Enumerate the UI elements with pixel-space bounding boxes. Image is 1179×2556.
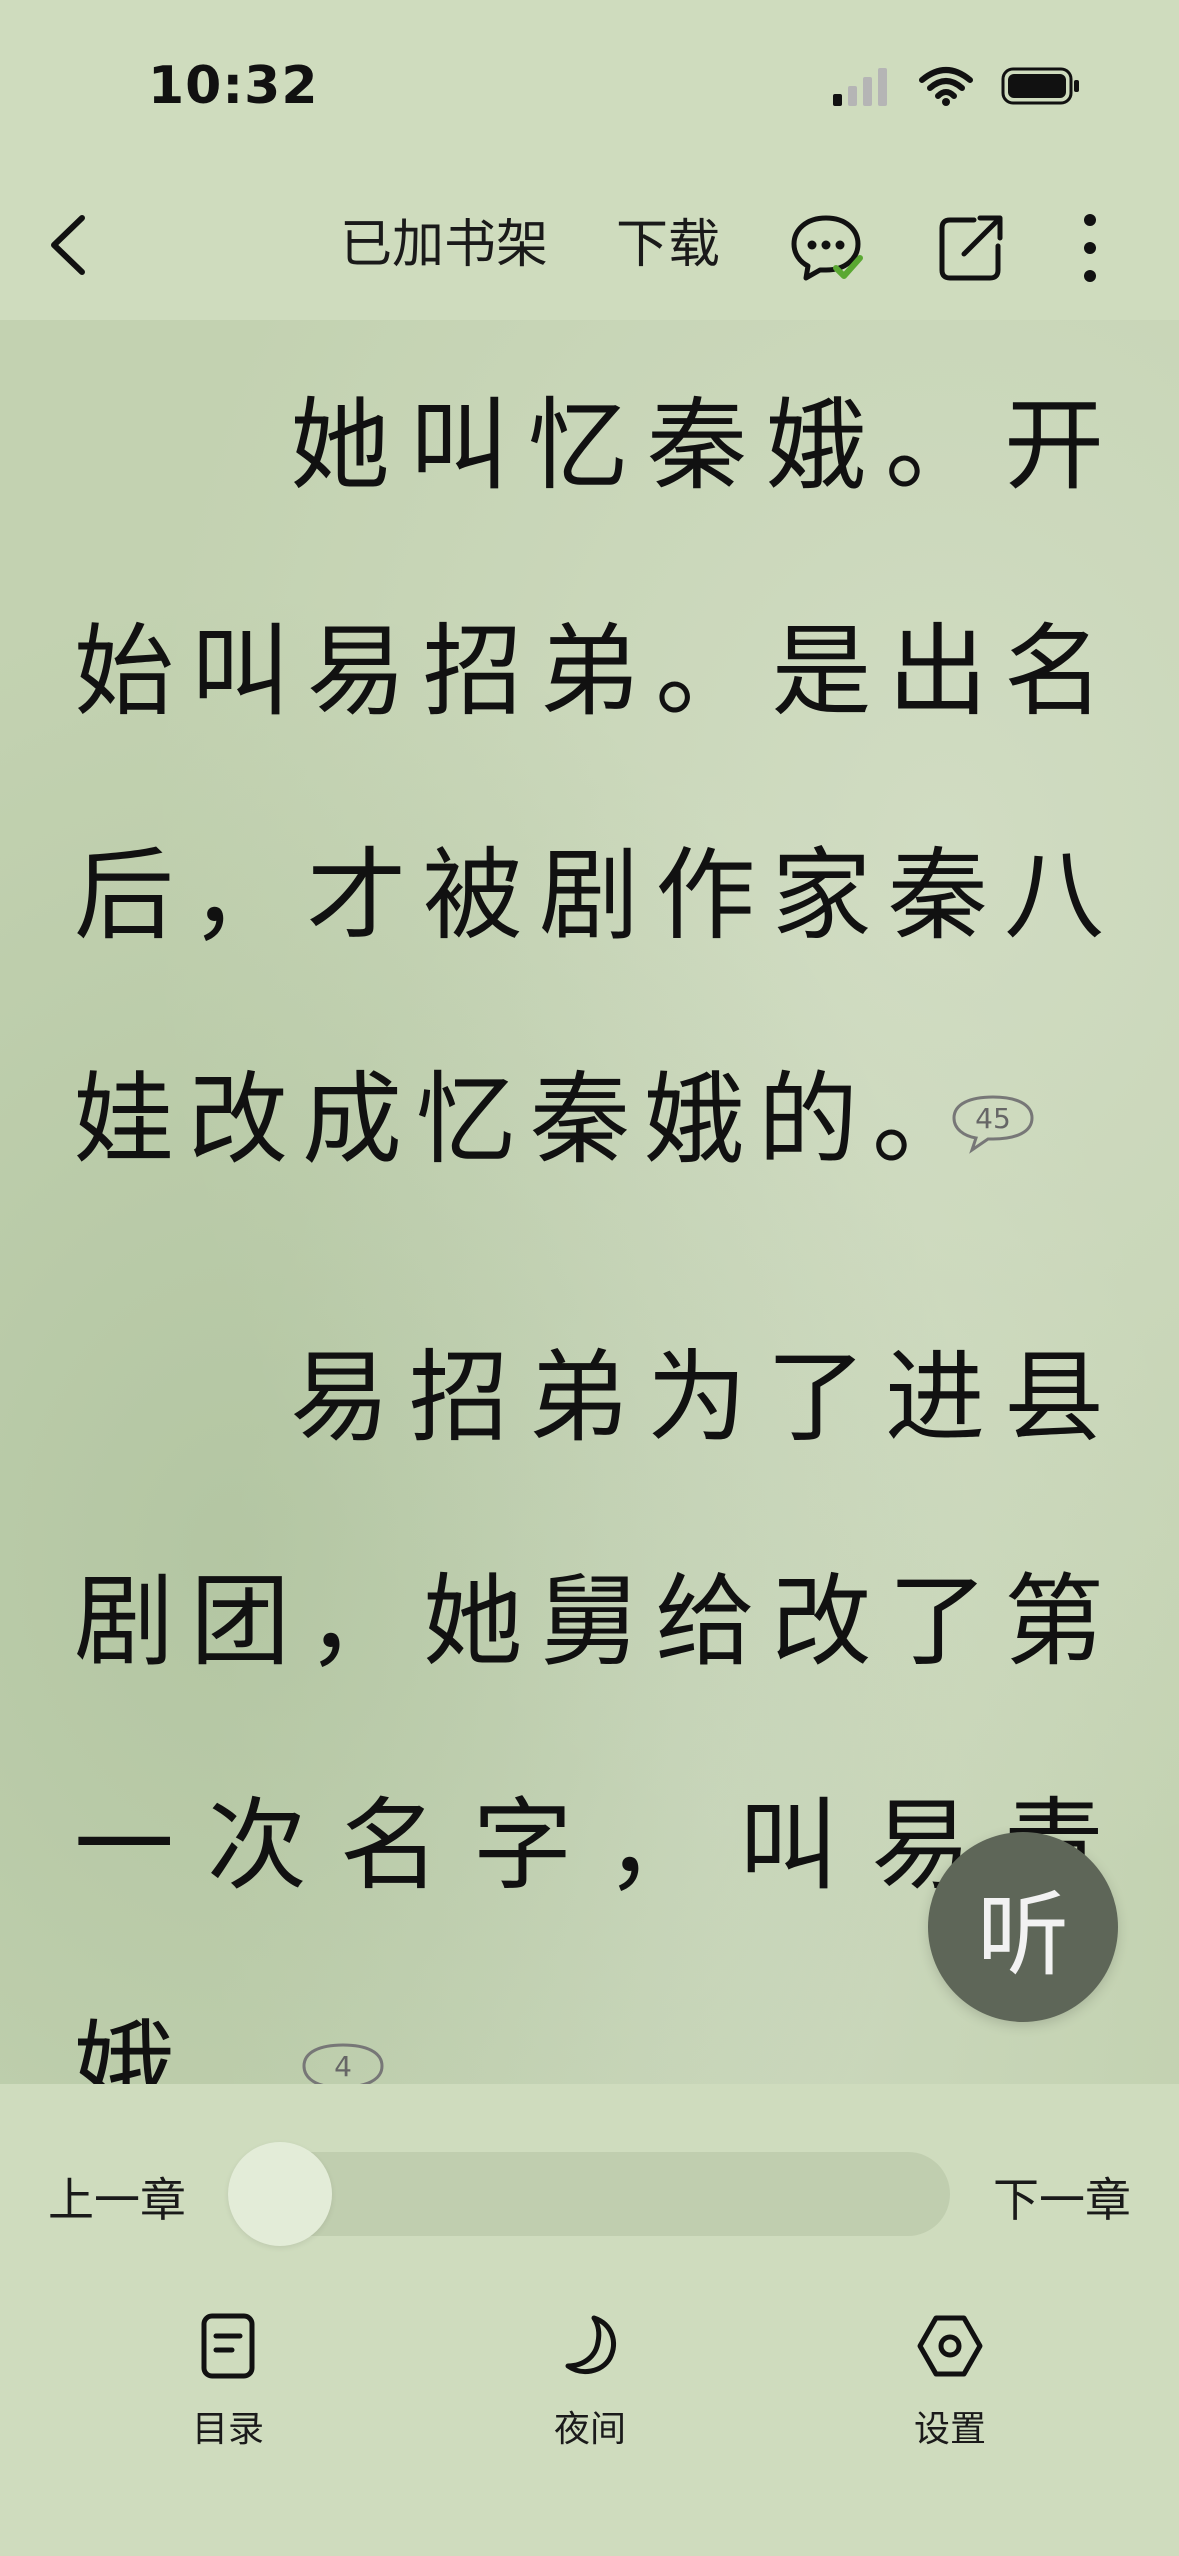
text-char: 改 [771, 1563, 872, 1680]
text-char: 娃 [74, 1061, 174, 1178]
text-char: 八 [1004, 837, 1104, 954]
nav-label: 目录 [191, 2409, 264, 2450]
nav-night-mode[interactable]: 夜间 [490, 2310, 690, 2452]
text-line: 她 叫 忆 秦 娥 。 开 [290, 386, 1104, 506]
moon-icon [565, 2315, 616, 2375]
text-char: 娥 [74, 2009, 174, 2084]
text-char: 剧 [74, 1563, 174, 1680]
text-char: 。 [655, 613, 756, 730]
nav-label: 设置 [913, 2409, 986, 2450]
text-char: 名 [1004, 613, 1104, 730]
catalog-icon [201, 2313, 255, 2379]
prev-chapter-button[interactable]: 上一章 [48, 2164, 186, 2230]
text-char: 的 [758, 1061, 858, 1178]
text-char: 被 [422, 837, 523, 954]
text-line: 始 叫 易 招 弟 。 是 出 名 [74, 612, 1104, 732]
top-toolbar: 已加书架 下载 [0, 170, 1179, 320]
text-char: 一 [74, 1787, 174, 1904]
text-char: ， [306, 1563, 407, 1680]
text-char: 弟 [528, 1339, 628, 1456]
listen-button[interactable]: 听 [928, 1832, 1118, 2022]
text-char: 团 [190, 1563, 291, 1680]
text-char: 娥 [766, 387, 866, 504]
text-char: 易 [290, 1339, 390, 1456]
text-char: 成 [302, 1061, 402, 1178]
back-button[interactable] [36, 210, 106, 280]
signal-icon [833, 68, 887, 106]
text-char: 了 [887, 1563, 988, 1680]
text-char: 为 [647, 1339, 747, 1456]
text-char: 娥 [644, 1061, 744, 1178]
text-char: 改 [188, 1061, 288, 1178]
text-char: 进 [885, 1339, 985, 1456]
text-char: ， [190, 837, 291, 954]
text-char: 后 [74, 837, 174, 954]
reader-screen: 10:32 已加书架 下载 她 叫 忆 秦 娥 。 开 始 叫 易 招 弟 。 … [0, 0, 1179, 2556]
text-char: 秦 [530, 1061, 630, 1178]
text-char: 叫 [409, 387, 509, 504]
text-char: 招 [409, 1339, 509, 1456]
nav-settings[interactable]: 设置 [850, 2310, 1050, 2452]
comment-count: 45 [975, 1102, 1011, 1135]
text-char: 作 [655, 837, 756, 954]
paragraph-comment-bubble[interactable]: 45 [950, 1094, 1036, 1154]
text-line: 娥 [74, 2008, 174, 2084]
text-line: 娃 改 成 忆 秦 娥 的 。 [74, 1060, 972, 1180]
download-button[interactable]: 下载 [616, 210, 720, 280]
battery-icon [1001, 67, 1079, 105]
share-icon[interactable] [930, 208, 1010, 288]
more-icon[interactable] [1070, 208, 1110, 288]
text-char: 次 [206, 1787, 307, 1904]
comment-count: 4 [334, 2050, 352, 2083]
text-char: 弟 [539, 613, 639, 730]
nav-catalog[interactable]: 目录 [128, 2310, 328, 2452]
text-char: 开 [1004, 387, 1104, 504]
text-char: 秦 [887, 837, 988, 954]
text-char: 县 [1004, 1339, 1104, 1456]
progress-thumb[interactable] [228, 2142, 332, 2246]
status-bar: 10:32 [0, 0, 1179, 170]
text-char: 她 [290, 387, 390, 504]
text-char: 叫 [738, 1787, 839, 1904]
bottom-panel: 上一章 下一章 目录 夜间 设置 [0, 2084, 1179, 2556]
text-char: 第 [1004, 1563, 1104, 1680]
chapter-progress-slider[interactable] [228, 2142, 950, 2246]
text-char: 是 [771, 613, 872, 730]
next-chapter-button[interactable]: 下一章 [993, 2164, 1131, 2230]
text-char: ， [605, 1787, 706, 1904]
text-char: 。 [885, 387, 985, 504]
wifi-icon [919, 67, 973, 106]
status-time: 10:32 [148, 56, 319, 116]
reading-area[interactable]: 她 叫 忆 秦 娥 。 开 始 叫 易 招 弟 。 是 出 名 后 ， 才 被 … [0, 320, 1179, 2084]
text-line: 剧 团 ， 她 舅 给 改 了 第 [74, 1562, 1104, 1682]
text-char: 忆 [416, 1061, 516, 1178]
text-char: 易 [306, 613, 407, 730]
text-char: 剧 [539, 837, 639, 954]
text-char: 家 [771, 837, 872, 954]
text-char: 字 [472, 1787, 573, 1904]
text-line: 易 招 弟 为 了 进 县 [290, 1338, 1104, 1458]
status-icons [833, 66, 1081, 106]
settings-icon [917, 2315, 983, 2377]
text-char: 叫 [190, 613, 291, 730]
text-line: 后 ， 才 被 剧 作 家 秦 八 [74, 836, 1104, 956]
text-char: 才 [306, 837, 407, 954]
comment-icon[interactable] [786, 208, 866, 288]
text-char: 出 [887, 613, 988, 730]
paragraph-comment-bubble[interactable]: 4 [300, 2042, 386, 2084]
text-char: 招 [422, 613, 523, 730]
text-char: 忆 [528, 387, 628, 504]
text-char: 舅 [539, 1563, 639, 1680]
added-to-shelf-button[interactable]: 已加书架 [340, 210, 548, 280]
nav-label: 夜间 [553, 2409, 626, 2450]
text-char: 了 [766, 1339, 866, 1456]
text-char: 她 [422, 1563, 523, 1680]
text-char: 始 [74, 613, 174, 730]
text-char: 名 [339, 1787, 440, 1904]
text-char: 给 [655, 1563, 756, 1680]
text-char: 秦 [647, 387, 747, 504]
